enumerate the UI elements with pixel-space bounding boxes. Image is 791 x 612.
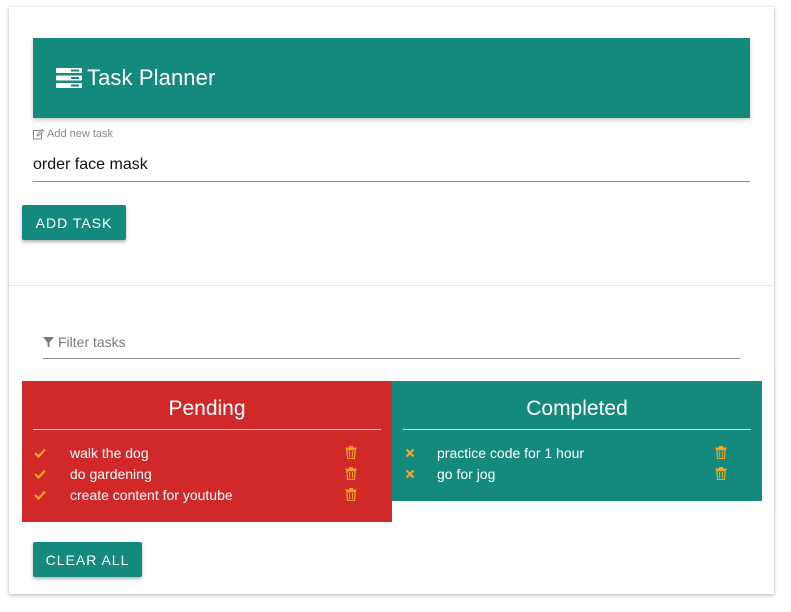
app-header: Task Planner	[33, 38, 750, 118]
clear-all-button[interactable]: CLEAR ALL	[33, 542, 142, 577]
task-text: create content for youtube	[70, 486, 233, 503]
add-task-button[interactable]: ADD TASK	[22, 205, 126, 240]
task-text: go for jog	[437, 465, 496, 482]
filter-input[interactable]	[58, 334, 740, 350]
completed-title: Completed	[403, 381, 751, 430]
check-icon[interactable]	[34, 489, 46, 501]
undo-x-icon[interactable]	[404, 447, 416, 459]
trash-icon[interactable]	[715, 446, 727, 459]
check-icon[interactable]	[34, 468, 46, 480]
trash-icon[interactable]	[715, 467, 727, 480]
edit-icon	[33, 128, 44, 139]
pending-task-item: do gardening	[22, 463, 392, 484]
completed-list: practice code for 1 hour go for jog	[392, 430, 762, 484]
pending-task-item: create content for youtube	[22, 484, 392, 505]
completed-task-item: practice code for 1 hour	[392, 442, 762, 463]
section-divider	[9, 285, 774, 286]
task-text: do gardening	[70, 465, 152, 482]
new-task-label: Add new task	[33, 128, 113, 140]
filter-field	[43, 326, 740, 359]
check-icon[interactable]	[34, 447, 46, 459]
trash-icon[interactable]	[345, 467, 357, 480]
trash-icon[interactable]	[345, 488, 357, 501]
completed-task-item: go for jog	[392, 463, 762, 484]
trash-icon[interactable]	[345, 446, 357, 459]
pending-title: Pending	[33, 381, 381, 430]
server-icon	[56, 68, 82, 88]
new-task-label-text: Add new task	[47, 128, 114, 140]
task-text: walk the dog	[70, 444, 149, 461]
undo-x-icon[interactable]	[404, 468, 416, 480]
pending-column: Pending walk the dog do gardening create…	[22, 381, 392, 522]
completed-column: Completed practice code for 1 hour go fo…	[392, 381, 762, 501]
pending-list: walk the dog do gardening create content…	[22, 430, 392, 505]
filter-icon	[43, 336, 54, 347]
pending-task-item: walk the dog	[22, 442, 392, 463]
task-planner-card: Task Planner Add new task ADD TASK Pendi…	[9, 7, 774, 594]
new-task-input[interactable]	[33, 149, 750, 182]
task-text: practice code for 1 hour	[437, 444, 585, 461]
page-title: Task Planner	[87, 65, 216, 90]
